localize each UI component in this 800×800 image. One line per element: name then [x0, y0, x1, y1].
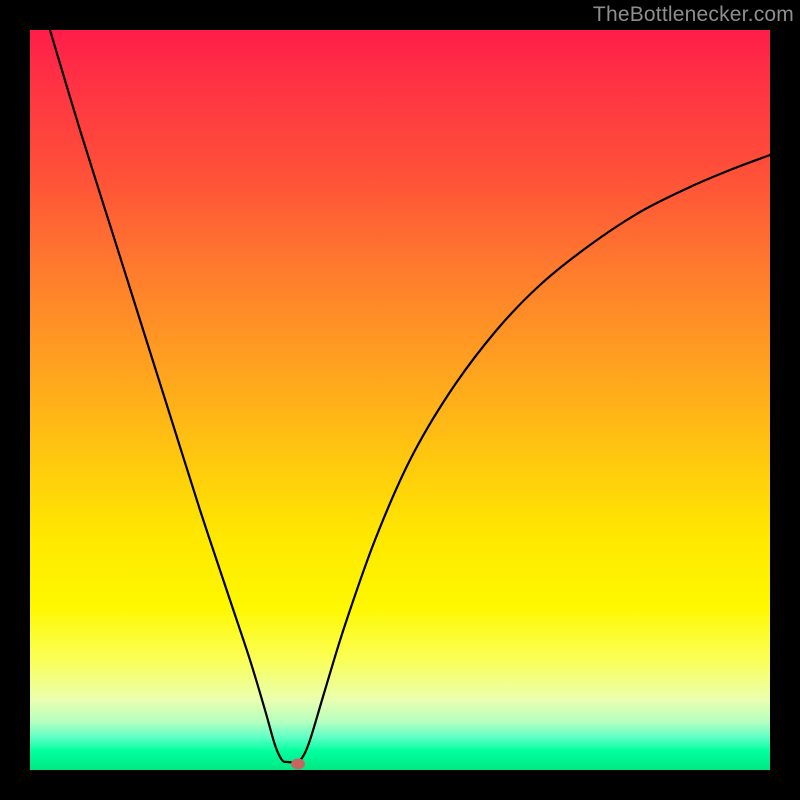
current-config-marker — [291, 759, 305, 770]
watermark-text: TheBottlenecker.com — [593, 3, 794, 27]
curve-svg — [30, 30, 770, 770]
bottleneck-curve-path — [50, 30, 770, 762]
chart-frame: TheBottlenecker.com — [0, 0, 800, 800]
plot-area — [30, 30, 770, 770]
